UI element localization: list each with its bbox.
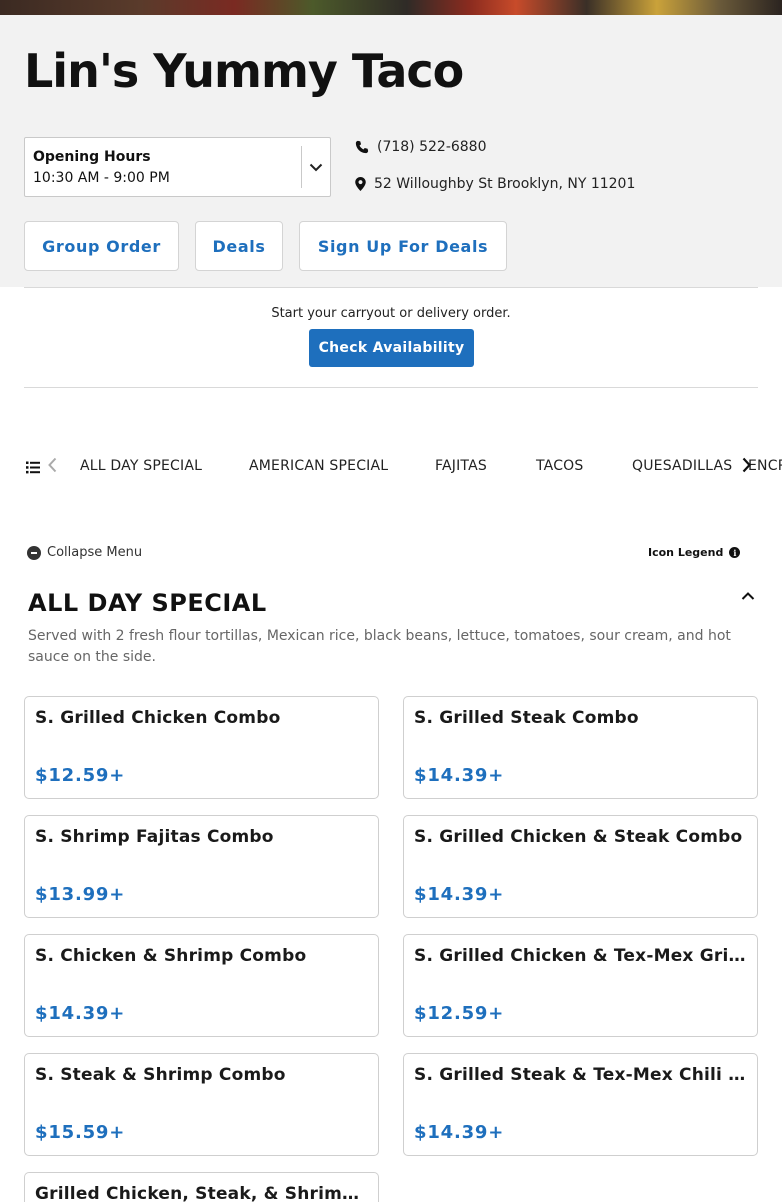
opening-hours-value: 10:30 AM - 9:00 PM xyxy=(33,170,170,186)
menu-item-price: $12.59+ xyxy=(35,765,126,786)
category-nav: ALL DAY SPECIAL AMERICAN SPECIAL FAJITAS… xyxy=(0,450,782,482)
chevron-down-icon[interactable] xyxy=(305,154,327,180)
deals-button[interactable]: Deals xyxy=(195,221,283,271)
dropdown-divider xyxy=(301,146,302,188)
chevron-up-icon[interactable] xyxy=(740,588,756,608)
category-tab-fajitas[interactable]: FAJITAS xyxy=(435,458,487,474)
divider xyxy=(24,287,758,288)
menu-item-name: S. Steak & Shrimp Combo xyxy=(35,1065,286,1085)
collapse-menu-label: Collapse Menu xyxy=(47,545,143,560)
menu-item-price: $14.39+ xyxy=(35,1003,126,1024)
menu-item-price: $12.59+ xyxy=(414,1003,505,1024)
map-pin-icon xyxy=(355,177,366,191)
menu-item-card[interactable]: S. Grilled Steak Combo $14.39+ xyxy=(403,696,758,799)
opening-hours-label: Opening Hours xyxy=(33,149,151,165)
menu-item-price: $14.39+ xyxy=(414,765,505,786)
menu-item-name: S. Grilled Steak Combo xyxy=(414,708,639,728)
menu-item-price: $14.39+ xyxy=(414,884,505,905)
menu-item-name: S. Shrimp Fajitas Combo xyxy=(35,827,274,847)
menu-item-name: S. Grilled Chicken Combo xyxy=(35,708,281,728)
menu-item-name: S. Grilled Steak & Tex-Mex Chili Combo xyxy=(414,1065,750,1085)
menu-item-card[interactable]: S. Grilled Chicken Combo $12.59+ xyxy=(24,696,379,799)
minus-circle-icon xyxy=(27,545,41,560)
menu-item-card[interactable]: S. Chicken & Shrimp Combo $14.39+ xyxy=(24,934,379,1037)
chevron-right-icon[interactable] xyxy=(742,457,751,477)
category-tab-american-special[interactable]: AMERICAN SPECIAL xyxy=(249,458,388,474)
collapse-menu-button[interactable]: Collapse Menu xyxy=(27,545,142,560)
icon-legend-label: Icon Legend xyxy=(648,546,724,559)
check-availability-button[interactable]: Check Availability xyxy=(309,329,474,367)
category-tab-tacos[interactable]: TACOS xyxy=(536,458,583,474)
menu-item-card[interactable]: S. Grilled Chicken & Tex-Mex Grilled Com… xyxy=(403,934,758,1037)
restaurant-name: Lin's Yummy Taco xyxy=(24,44,464,98)
divider xyxy=(24,387,758,388)
order-prompt: Start your carryout or delivery order. xyxy=(271,306,511,321)
address-link[interactable]: 52 Willoughby St Brooklyn, NY 11201 xyxy=(355,176,635,192)
menu-item-price: $13.99+ xyxy=(35,884,126,905)
menu-item-name: S. Chicken & Shrimp Combo xyxy=(35,946,307,966)
section-description: Served with 2 fresh flour tortillas, Mex… xyxy=(28,628,731,665)
phone-icon xyxy=(355,140,369,154)
category-tab-all-day-special[interactable]: ALL DAY SPECIAL xyxy=(80,458,202,474)
menu-item-name: S. Grilled Chicken & Tex-Mex Grilled Com… xyxy=(414,946,750,966)
hero-image xyxy=(0,0,782,15)
menu-item-card[interactable]: Grilled Chicken, Steak, & Shrimp Combo xyxy=(24,1172,379,1202)
menu-item-price: $14.39+ xyxy=(414,1122,505,1143)
menu-item-card[interactable]: S. Steak & Shrimp Combo $15.59+ xyxy=(24,1053,379,1156)
menu-item-card[interactable]: S. Grilled Steak & Tex-Mex Chili Combo $… xyxy=(403,1053,758,1156)
menu-item-card[interactable]: S. Shrimp Fajitas Combo $13.99+ xyxy=(24,815,379,918)
menu-item-price: $15.59+ xyxy=(35,1122,126,1143)
info-icon: i xyxy=(729,547,741,558)
sign-up-for-deals-button[interactable]: Sign Up For Deals xyxy=(299,221,507,271)
icon-legend-button[interactable]: Icon Legend i xyxy=(648,546,741,559)
chevron-left-icon[interactable] xyxy=(48,457,57,477)
list-icon[interactable] xyxy=(26,459,40,474)
menu-item-name: Grilled Chicken, Steak, & Shrimp Combo xyxy=(35,1184,371,1202)
opening-hours-dropdown[interactable]: Opening Hours 10:30 AM - 9:00 PM xyxy=(24,137,331,197)
menu-item-card[interactable]: S. Grilled Chicken & Steak Combo $14.39+ xyxy=(403,815,758,918)
section-title: ALL DAY SPECIAL xyxy=(28,589,267,617)
category-tab-encro[interactable]: ENCRO xyxy=(748,458,782,474)
phone-number: (718) 522-6880 xyxy=(377,139,487,155)
group-order-button[interactable]: Group Order xyxy=(24,221,179,271)
phone-link[interactable]: (718) 522-6880 xyxy=(355,139,487,155)
category-tab-quesadillas[interactable]: QUESADILLAS xyxy=(632,458,732,474)
menu-item-name: S. Grilled Chicken & Steak Combo xyxy=(414,827,743,847)
address-text: 52 Willoughby St Brooklyn, NY 11201 xyxy=(374,176,636,192)
